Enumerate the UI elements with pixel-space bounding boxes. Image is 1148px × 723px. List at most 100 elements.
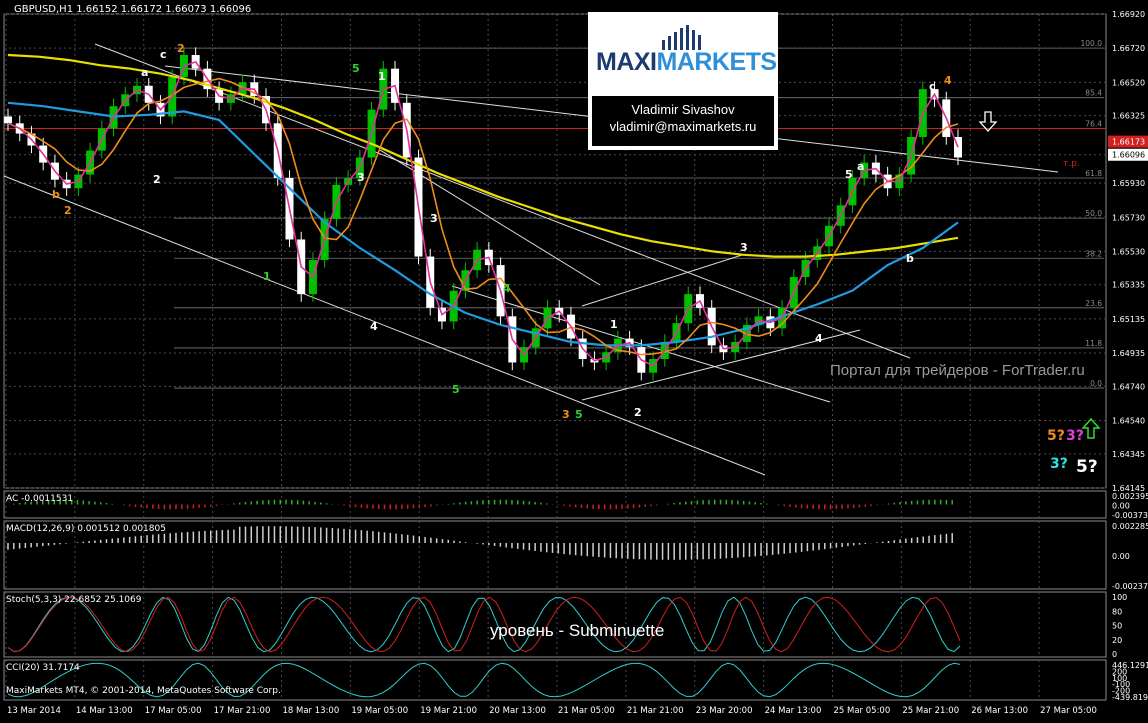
indicator-label: Stoch(5,3,3) 22.6852 25.1069: [6, 595, 142, 605]
indicator-y-tick: 20: [1112, 636, 1122, 645]
fib-level-label: 76.4: [1085, 119, 1102, 128]
pending-price-label: 1.66173: [1112, 138, 1145, 147]
current-price-label: 1.66096: [1112, 151, 1145, 160]
indicator-y-tick: -0.003737: [1112, 511, 1148, 520]
x-tick-label: 21 Mar 21:00: [627, 706, 684, 716]
wave-label: 1: [263, 270, 271, 283]
wave-label: 4: [370, 320, 378, 333]
wave-label: 5: [452, 383, 460, 396]
fib-level-label: 11.8: [1085, 339, 1102, 348]
trading-chart[interactable]: 13 Mar 2014 14 Mar 13:00 17 Mar 05:00 17 Ma…: [0, 0, 1148, 719]
indicator-label: CCI(20) 31.7174: [6, 663, 80, 673]
wave-label: 3: [430, 212, 438, 225]
indicator-y-tick: 50: [1112, 622, 1122, 631]
fib-level-label: 61.8: [1085, 169, 1102, 178]
indicator-y-tick: 0.00: [1112, 552, 1130, 561]
author-name: Vladimir Sivashov: [631, 102, 735, 117]
wave-label: 2: [634, 406, 642, 419]
indicator-y-tick: 80: [1112, 607, 1122, 616]
wave-label: 1: [378, 70, 386, 83]
indicator-y-tick: -0.002379: [1112, 582, 1148, 591]
y-tick-label: 1.64345: [1112, 450, 1145, 459]
wave-label: 2: [64, 204, 72, 217]
indicator-label: MACD(12,26,9) 0.001512 0.001805: [6, 524, 166, 534]
moving-average-magenta: [7, 60, 959, 367]
wave-label: 4: [503, 282, 511, 295]
wave-label: 3?: [1050, 456, 1068, 472]
x-tick-label: 14 Mar 13:00: [76, 706, 133, 716]
chart-svg[interactable]: 13 Mar 2014 14 Mar 13:00 17 Mar 05:00 17 Ma…: [0, 0, 1148, 719]
up-arrow-icon: [1081, 417, 1101, 439]
moving-average-1: [7, 101, 959, 347]
fib-level-label: 85.4: [1085, 89, 1102, 98]
x-tick-label: 17 Mar 21:00: [214, 706, 271, 716]
logo-signature-box: Vladimir Sivashov vladimir@maximarkets.r…: [592, 96, 774, 146]
wave-label: 5: [845, 168, 853, 181]
wave-label: 3?: [1066, 428, 1084, 444]
candle-body: [4, 116, 12, 124]
wave-label: 3: [562, 408, 570, 421]
y-tick-label: 1.65135: [1112, 315, 1145, 324]
fib-level-label: 50.0: [1085, 209, 1102, 218]
wave-label: 5?: [1076, 457, 1098, 477]
x-tick-label: 18 Mar 13:00: [283, 706, 340, 716]
wave-label: 5: [352, 62, 360, 75]
wave-label: 3: [740, 241, 748, 254]
indicator-y-tick: -439.8190: [1112, 693, 1148, 702]
wave-label: b: [52, 188, 60, 201]
indicator-y-tick: 0: [1112, 650, 1117, 659]
moving-average-orange: [7, 77, 959, 356]
y-tick-label: 1.64540: [1112, 417, 1145, 426]
x-tick-label: 13 Mar 2014: [7, 706, 61, 716]
indicator-y-tick: 0.002285: [1112, 522, 1148, 531]
y-tick-label: 1.66920: [1112, 10, 1145, 19]
chart-footer: MaxiMarkets MT4, © 2001-2014, MetaQuotes…: [6, 686, 281, 696]
indicator-label: AC -0.0011531: [6, 494, 73, 504]
wave-label: a: [857, 160, 864, 173]
y-tick-label: 1.65530: [1112, 247, 1145, 256]
broker-logo: MAXIMARKETS Vladimir Sivashov vladimir@m…: [588, 12, 778, 150]
fib-level-label: 38.2: [1085, 249, 1102, 258]
watermark-text: Портал для трейдеров - ForTrader.ru: [830, 362, 1085, 379]
y-tick-label: 1.65730: [1112, 213, 1145, 222]
wave-label: b: [906, 252, 914, 265]
x-tick-label: 27 Mar 05:00: [1040, 706, 1097, 716]
author-email: vladimir@maximarkets.ru: [609, 119, 757, 134]
y-tick-label: 1.64740: [1112, 382, 1145, 391]
wave-label: a: [141, 66, 148, 79]
wave-label: 1: [610, 318, 618, 331]
y-tick-label: 1.66325: [1112, 112, 1145, 121]
x-tick-label: 26 Mar 13:00: [971, 706, 1028, 716]
x-tick-label: 24 Mar 13:00: [765, 706, 822, 716]
wave-label: c: [929, 80, 936, 93]
y-tick-label: 1.65930: [1112, 179, 1145, 188]
x-tick-label: 19 Mar 05:00: [351, 706, 408, 716]
panel-frame-2: [3, 520, 1107, 590]
wave-label: 2: [153, 173, 161, 186]
wave-label: 5: [575, 408, 583, 421]
fib-level-label: 23.6: [1085, 299, 1102, 308]
moving-average-0: [7, 53, 959, 258]
wave-level-caption: уровень - Subminuette: [490, 621, 665, 640]
fib-level-label: 0.0: [1090, 379, 1102, 388]
y-tick-label: 1.65335: [1112, 281, 1145, 290]
logo-brand-left: MAXI: [596, 48, 657, 76]
wave-label: 3: [357, 171, 365, 184]
wave-label: 4: [944, 74, 952, 87]
indicator-y-tick: 100: [1112, 593, 1127, 602]
x-tick-label: 17 Mar 05:00: [145, 706, 202, 716]
x-tick-label: 19 Mar 21:00: [420, 706, 477, 716]
x-tick-label: 25 Mar 21:00: [902, 706, 959, 716]
wave-label: c: [160, 48, 167, 61]
wave-label: 4: [815, 332, 823, 345]
tp-label: т.р.: [1063, 159, 1080, 169]
y-tick-label: 1.66520: [1112, 78, 1145, 87]
logo-brand-right: MARKETS: [656, 48, 778, 76]
x-tick-label: 21 Mar 05:00: [558, 706, 615, 716]
y-tick-label: 1.66720: [1112, 44, 1145, 53]
x-tick-label: 23 Mar 20:00: [696, 706, 753, 716]
wave-label: 2: [177, 42, 185, 55]
indicator-y-tick: 0.00: [1112, 502, 1130, 511]
trend-channel-line: [3, 175, 766, 476]
x-tick-label: 20 Mar 13:00: [489, 706, 546, 716]
